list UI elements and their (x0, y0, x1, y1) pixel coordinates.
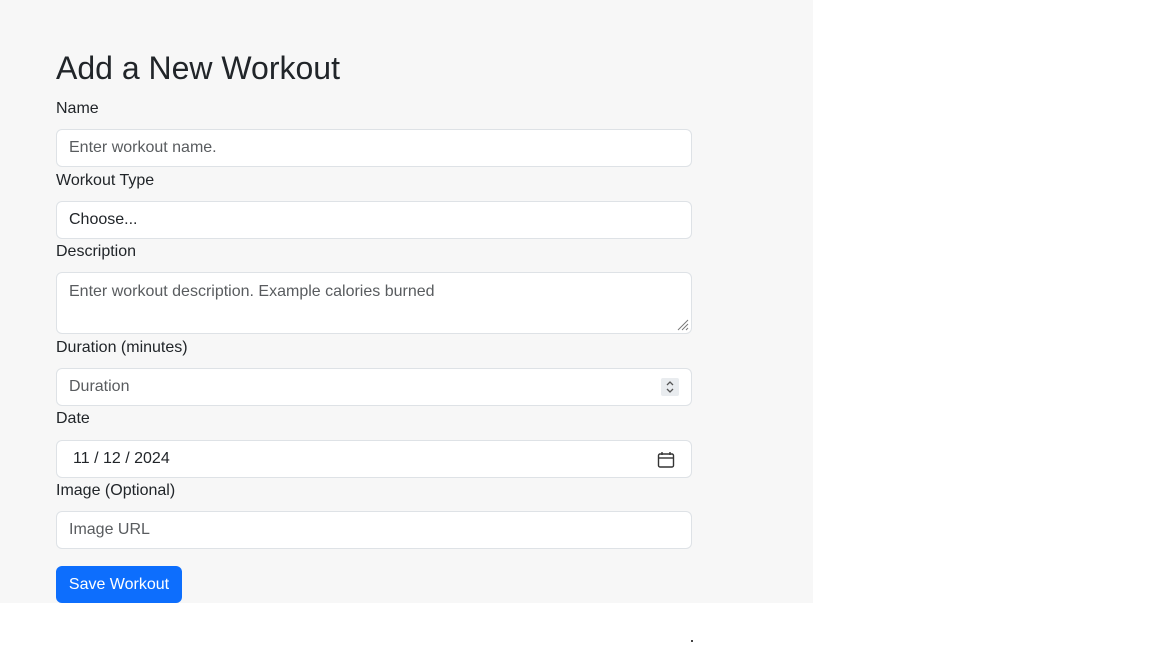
number-spinner-icon[interactable] (661, 378, 679, 396)
page-title: Add a New Workout (56, 50, 340, 86)
save-workout-button[interactable]: Save Workout (56, 566, 182, 603)
date-month: 11 (73, 450, 90, 467)
duration-input[interactable]: Duration (56, 368, 692, 406)
calendar-icon[interactable] (657, 451, 675, 469)
name-input[interactable]: Enter workout name. (56, 129, 692, 167)
duration-label: Duration (minutes) (56, 339, 188, 356)
duration-placeholder: Duration (69, 378, 130, 395)
date-year: 2024 (134, 450, 170, 467)
name-label: Name (56, 100, 99, 117)
workout-type-value: Choose... (69, 211, 138, 228)
resize-grip-icon[interactable] (677, 319, 689, 331)
workout-type-label: Workout Type (56, 172, 155, 189)
description-textarea[interactable]: Enter workout description. Example calor… (56, 272, 692, 334)
date-label: Date (56, 410, 90, 427)
image-url-placeholder: Image URL (69, 521, 150, 538)
date-sep-2: / (125, 450, 130, 467)
stray-dot (691, 640, 693, 642)
date-value: 11 / 12 / 2024 (69, 450, 170, 468)
date-day: 12 (102, 450, 121, 467)
name-placeholder: Enter workout name. (69, 139, 217, 156)
workout-type-select[interactable]: Choose... (56, 201, 692, 239)
description-label: Description (56, 243, 137, 260)
date-sep-1: / (94, 450, 99, 467)
date-input[interactable]: 11 / 12 / 2024 (56, 440, 692, 478)
image-url-input[interactable]: Image URL (56, 511, 692, 549)
description-placeholder: Enter workout description. Example calor… (69, 283, 435, 300)
image-label: Image (Optional) (56, 482, 176, 499)
